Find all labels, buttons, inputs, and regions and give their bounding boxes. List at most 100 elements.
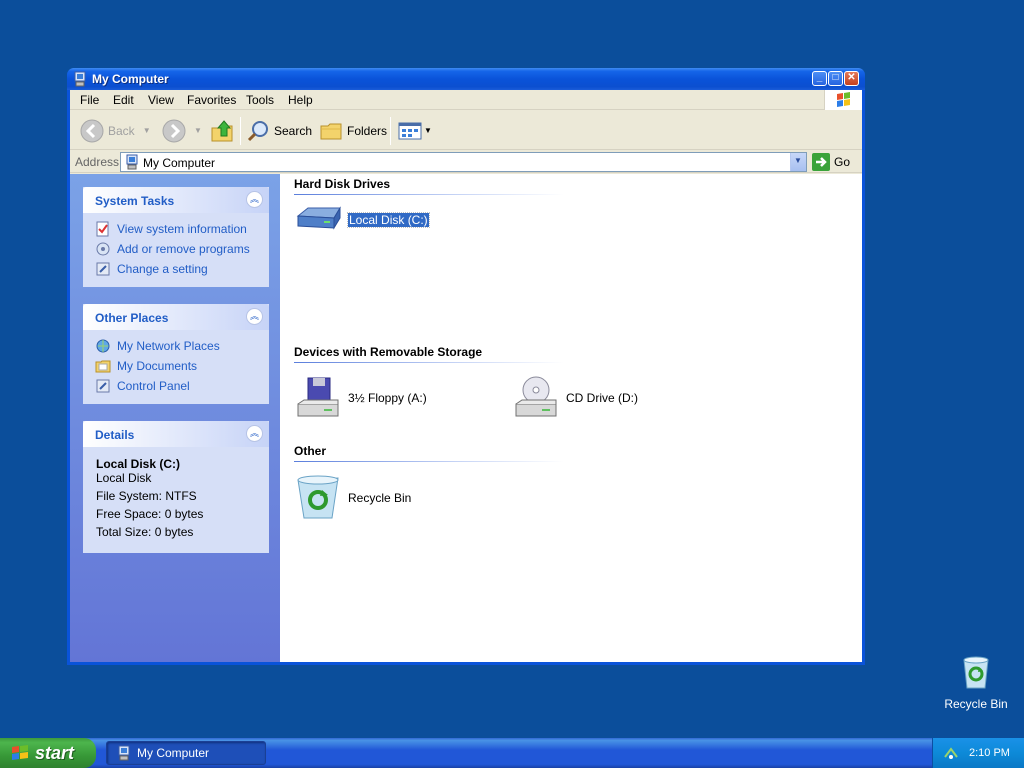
group-divider: [294, 362, 564, 363]
forward-button[interactable]: ▼: [162, 111, 202, 150]
minimize-button[interactable]: _: [812, 71, 827, 86]
task-add-remove-programs[interactable]: Add or remove programs: [95, 239, 257, 259]
drive-cd-d[interactable]: CD Drive (D:): [512, 374, 638, 422]
collapse-icon[interactable]: ︽: [246, 191, 263, 208]
menu-view[interactable]: View: [148, 93, 174, 107]
task-view-system-information[interactable]: View system information: [95, 219, 257, 239]
windows-flag-icon: [12, 745, 28, 760]
views-icon: [398, 122, 422, 139]
window-titlebar[interactable]: My Computer _ □ ✕: [67, 68, 865, 90]
control-panel-icon: [96, 262, 110, 276]
folders-icon: [320, 123, 342, 139]
group-divider: [294, 461, 564, 462]
computer-icon: [118, 745, 130, 761]
task-change-setting[interactable]: Change a setting: [95, 259, 257, 279]
network-places-icon: [96, 339, 110, 353]
drive-local-disk-c[interactable]: Local Disk (C:): [294, 196, 430, 244]
drive-floppy-a[interactable]: 3½ Floppy (A:): [294, 374, 427, 422]
up-folder-icon: [211, 119, 233, 141]
my-computer-window: My Computer _ □ ✕ File Edit View Favorit…: [67, 68, 865, 665]
drive-label: CD Drive (D:): [566, 391, 638, 405]
forward-dropdown-icon[interactable]: ▼: [194, 126, 202, 135]
place-control-panel[interactable]: Control Panel: [95, 376, 257, 396]
recycle-bin-icon: [297, 475, 339, 519]
address-dropdown-button[interactable]: ▼: [790, 153, 806, 171]
go-button[interactable]: Go: [812, 152, 850, 172]
details-header[interactable]: Details ︽: [83, 421, 269, 447]
search-icon: [247, 120, 268, 141]
computer-icon: [126, 154, 138, 170]
details-file-system: File System: NTFS: [96, 489, 197, 503]
address-bar: Address My Computer ▼ Go: [70, 151, 862, 173]
item-recycle-bin[interactable]: Recycle Bin: [294, 474, 411, 522]
my-documents-icon: [95, 360, 111, 373]
go-arrow-icon: [812, 153, 830, 171]
group-divider: [294, 194, 564, 195]
menu-edit[interactable]: Edit: [113, 93, 134, 107]
close-button[interactable]: ✕: [844, 71, 859, 86]
menu-file[interactable]: File: [80, 93, 99, 107]
toolbar: Back ▼ ▼ Search Folders ▼: [70, 111, 862, 150]
place-my-documents[interactable]: My Documents: [95, 356, 257, 376]
windows-flag-icon: [837, 92, 850, 107]
menu-bar: File Edit View Favorites Tools Help: [70, 90, 862, 110]
desktop-recycle-bin[interactable]: Recycle Bin: [940, 654, 1012, 711]
start-button[interactable]: start: [0, 738, 96, 768]
place-my-network-places[interactable]: My Network Places: [95, 336, 257, 356]
collapse-icon[interactable]: ︽: [246, 308, 263, 325]
views-dropdown-icon: ▼: [424, 126, 432, 135]
back-button[interactable]: Back ▼: [80, 111, 151, 150]
drive-label: Local Disk (C:): [347, 212, 430, 228]
details-name: Local Disk (C:): [96, 457, 181, 471]
back-dropdown-icon[interactable]: ▼: [143, 126, 151, 135]
forward-arrow-icon: [162, 119, 186, 142]
cd-drive-icon: [515, 376, 557, 417]
drive-label: 3½ Floppy (A:): [348, 391, 427, 405]
system-tasks-header[interactable]: System Tasks ︽: [83, 187, 269, 213]
taskbar-item-my-computer[interactable]: My Computer: [106, 741, 266, 765]
clock[interactable]: 2:10 PM: [969, 747, 1010, 759]
toolbar-separator: [240, 117, 241, 145]
group-header-hard-disk-drives: Hard Disk Drives: [294, 177, 564, 195]
toolbar-separator: [390, 117, 391, 145]
taskbar: start My Computer 2:10 PM: [0, 738, 1024, 768]
group-header-other: Other: [294, 444, 564, 462]
search-button[interactable]: Search: [246, 111, 312, 150]
folders-button[interactable]: Folders: [319, 111, 387, 150]
address-label: Address: [75, 155, 120, 169]
add-remove-programs-icon: [96, 242, 110, 256]
control-panel-icon: [96, 379, 110, 393]
window-title: My Computer: [92, 72, 169, 86]
hard-drive-icon: [296, 206, 341, 230]
system-tasks-panel: System Tasks ︽ View system information A…: [83, 187, 269, 287]
recycle-bin-icon: [963, 656, 989, 689]
details-type: Local Disk: [96, 471, 152, 485]
start-label: start: [35, 742, 75, 763]
address-field[interactable]: My Computer ▼: [120, 152, 807, 172]
back-arrow-icon: [80, 119, 104, 142]
menu-tools[interactable]: Tools: [246, 93, 274, 107]
menu-help[interactable]: Help: [288, 93, 313, 107]
chevron-down-icon: ▼: [794, 156, 802, 165]
details-free-space: Free Space: 0 bytes: [96, 507, 204, 521]
system-tray: 2:10 PM: [932, 738, 1024, 768]
computer-icon: [74, 71, 86, 87]
address-value: My Computer: [143, 156, 216, 170]
other-places-panel: Other Places ︽ My Network Places My Docu…: [83, 304, 269, 404]
views-button[interactable]: ▼: [398, 111, 432, 150]
item-label: Recycle Bin: [348, 491, 412, 505]
group-header-removable-storage: Devices with Removable Storage: [294, 345, 564, 363]
menu-favorites[interactable]: Favorites: [187, 93, 236, 107]
file-list-view[interactable]: Hard Disk Drives Local Disk (C:) Devices…: [280, 174, 862, 662]
details-panel: Details ︽ Local Disk (C:) Local Disk Fil…: [83, 421, 269, 553]
collapse-icon[interactable]: ︽: [246, 425, 263, 442]
system-info-icon: [96, 221, 109, 237]
details-total-size: Total Size: 0 bytes: [96, 525, 194, 539]
maximize-button[interactable]: □: [828, 71, 843, 86]
floppy-drive-icon: [297, 377, 339, 417]
windows-logo: [824, 90, 862, 110]
up-folder-button[interactable]: [210, 111, 236, 150]
desktop-recycle-bin-label: Recycle Bin: [944, 697, 1008, 711]
other-places-header[interactable]: Other Places ︽: [83, 304, 269, 330]
network-status-icon[interactable]: [943, 745, 959, 761]
